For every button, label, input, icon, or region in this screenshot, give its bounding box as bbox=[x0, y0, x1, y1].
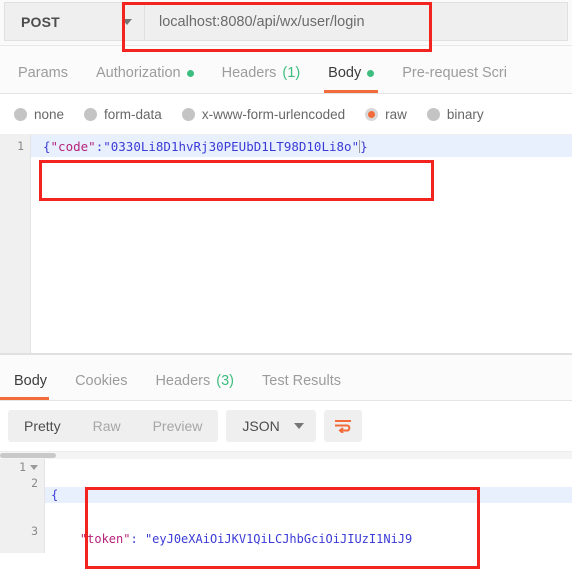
response-horizontal-scrollbar[interactable] bbox=[0, 451, 572, 459]
url-input[interactable]: localhost:8080/api/wx/user/login bbox=[144, 2, 568, 41]
json-key-token: "token" bbox=[79, 532, 131, 546]
tab-params-label: Params bbox=[18, 65, 68, 81]
response-line-number-row bbox=[0, 507, 44, 523]
body-type-none[interactable]: none bbox=[14, 107, 64, 122]
request-json-code: {"code":"0330Li8D1hvRj30PEUbD1LT98D10Li8… bbox=[43, 139, 368, 154]
view-mode-raw[interactable]: Raw bbox=[77, 410, 137, 442]
body-type-binary-label: binary bbox=[446, 106, 484, 122]
response-tab-headers[interactable]: Headers (3) bbox=[141, 373, 248, 400]
body-type-none-label: none bbox=[34, 106, 65, 122]
response-format-label: JSON bbox=[242, 418, 280, 434]
response-line-number: 2 bbox=[31, 476, 38, 490]
response-line-number-row: 1 bbox=[0, 459, 44, 475]
request-body-editor[interactable]: 1 {"code":"0330Li8D1hvRj30PEUbD1LT98D10L… bbox=[0, 134, 572, 353]
response-code-line: "token": "eyJ0eXAiOiJKV1QiLCJhbGciOiJIUz… bbox=[45, 531, 572, 547]
body-type-form-data[interactable]: form-data bbox=[84, 107, 162, 122]
request-editor-line-1[interactable]: {"code":"0330Li8D1hvRj30PEUbD1LT98D10Li8… bbox=[31, 135, 572, 157]
response-code-line: { bbox=[45, 487, 572, 503]
body-type-binary[interactable]: binary bbox=[426, 106, 484, 122]
json-token-value-part1: "eyJ0eXAiOiJKV1QiLCJhbGciOiJIUzI1NiJ9 bbox=[144, 532, 413, 546]
tab-headers[interactable]: Headers (1) bbox=[208, 65, 315, 93]
tab-headers-label: Headers bbox=[221, 65, 277, 81]
word-wrap-button[interactable] bbox=[323, 410, 362, 442]
body-type-raw-label: raw bbox=[385, 106, 407, 122]
json-open-brace: { bbox=[43, 138, 51, 154]
scrollbar-thumb[interactable] bbox=[0, 453, 56, 458]
status-dot-icon bbox=[367, 69, 375, 77]
tab-authorization[interactable]: Authorization bbox=[82, 65, 208, 93]
response-view-mode-group: Pretty Raw Preview bbox=[8, 410, 219, 442]
response-tab-cookies-label: Cookies bbox=[75, 373, 128, 389]
response-tab-body-label: Body bbox=[14, 373, 48, 389]
radio-icon[interactable] bbox=[84, 107, 98, 121]
tab-params[interactable]: Params bbox=[4, 65, 82, 93]
view-mode-preview[interactable]: Preview bbox=[137, 410, 219, 442]
response-tab-test-results[interactable]: Test Results bbox=[248, 373, 355, 400]
response-tab-body[interactable]: Body bbox=[0, 373, 61, 400]
response-line-number: 3 bbox=[31, 524, 38, 538]
json-value: "0330Li8D1hvRj30PEUbD1LT98D10Li8o" bbox=[103, 138, 360, 154]
response-tab-headers-count: (3) bbox=[216, 373, 234, 389]
view-mode-pretty[interactable]: Pretty bbox=[8, 410, 77, 442]
response-tab-headers-label: Headers bbox=[155, 373, 211, 389]
response-tabs: Body Cookies Headers (3) Test Results bbox=[0, 355, 572, 401]
body-type-raw[interactable]: raw bbox=[365, 107, 407, 122]
http-method-selector[interactable]: POST bbox=[4, 2, 144, 41]
tab-pre-request-script[interactable]: Pre-request Scri bbox=[388, 65, 521, 93]
json-key: "code" bbox=[50, 138, 96, 154]
body-type-urlencoded-label: x-www-form-urlencoded bbox=[201, 106, 346, 122]
body-type-options: none form-data x-www-form-urlencoded raw… bbox=[0, 94, 572, 134]
response-format-selector[interactable]: JSON bbox=[226, 410, 316, 442]
body-type-urlencoded[interactable]: x-www-form-urlencoded bbox=[181, 106, 346, 122]
tab-pre-request-script-label: Pre-request Scri bbox=[402, 65, 507, 81]
chevron-down-icon[interactable] bbox=[293, 423, 304, 429]
response-body-editor[interactable]: 1 2 3 { "token": "eyJ0eXAiOiJKV1QiLCJhbG… bbox=[0, 459, 572, 553]
json-close-brace: } bbox=[360, 138, 368, 154]
http-method-label: POST bbox=[21, 13, 60, 30]
tab-body-label: Body bbox=[328, 65, 362, 81]
json-colon: : bbox=[130, 532, 145, 546]
response-line-number-row: 3 bbox=[0, 523, 44, 539]
request-tabs: Params Authorization Headers (1) Body Pr… bbox=[0, 46, 572, 94]
chevron-down-icon[interactable] bbox=[122, 18, 132, 25]
word-wrap-icon bbox=[334, 420, 351, 433]
radio-icon-selected[interactable] bbox=[365, 107, 379, 121]
fold-caret-icon[interactable] bbox=[30, 464, 38, 470]
response-tab-test-results-label: Test Results bbox=[262, 373, 341, 389]
line-number: 1 bbox=[17, 139, 24, 153]
radio-icon[interactable] bbox=[14, 107, 27, 121]
response-line-number-row: 2 bbox=[0, 475, 44, 491]
request-url-bar: POST localhost:8080/api/wx/user/login bbox=[0, 0, 572, 46]
tab-authorization-label: Authorization bbox=[95, 65, 181, 81]
radio-icon[interactable] bbox=[426, 107, 440, 121]
body-type-form-data-label: form-data bbox=[104, 106, 162, 122]
response-editor-gutter: 1 2 3 bbox=[0, 459, 45, 553]
radio-icon[interactable] bbox=[181, 107, 195, 121]
request-editor-gutter: 1 bbox=[0, 135, 31, 353]
json-open-brace: { bbox=[51, 488, 59, 502]
response-line-number: 1 bbox=[19, 460, 26, 474]
response-line-number-row bbox=[0, 491, 44, 507]
response-toolbar: Pretty Raw Preview JSON bbox=[0, 401, 572, 451]
response-tab-cookies[interactable]: Cookies bbox=[61, 373, 141, 400]
postman-window: POST localhost:8080/api/wx/user/login Pa… bbox=[0, 0, 572, 582]
response-code-area[interactable]: { "token": "eyJ0eXAiOiJKV1QiLCJhbGciOiJI… bbox=[45, 459, 572, 553]
tab-body[interactable]: Body bbox=[314, 65, 388, 93]
url-value: localhost:8080/api/wx/user/login bbox=[159, 13, 365, 30]
tab-headers-count: (1) bbox=[282, 65, 301, 81]
status-dot-icon bbox=[186, 69, 194, 77]
